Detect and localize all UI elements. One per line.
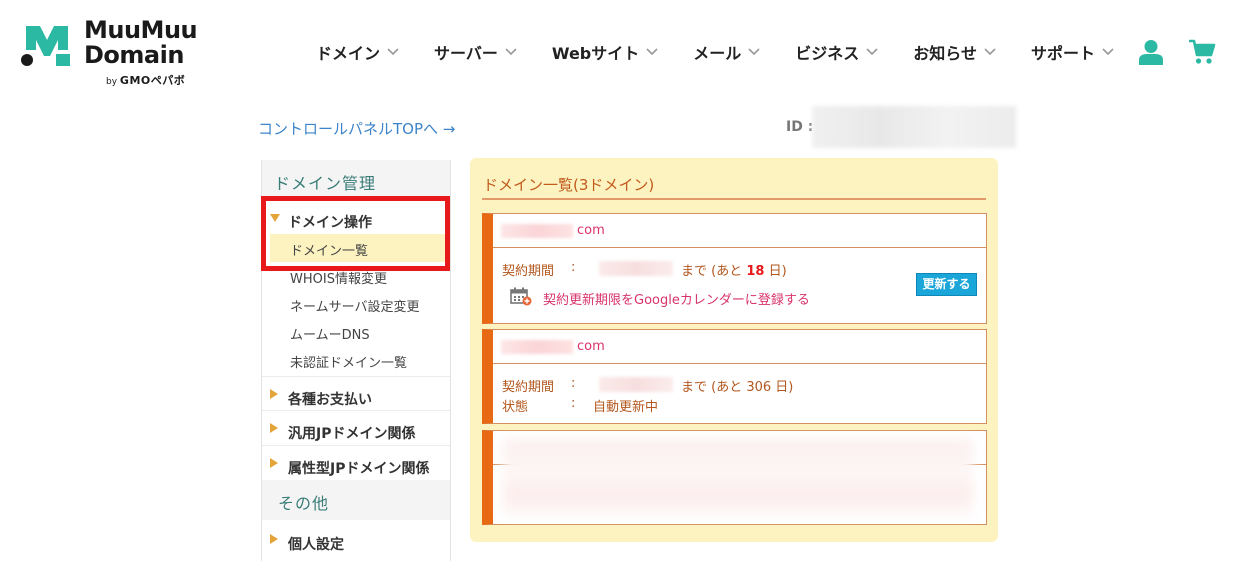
chevron-down-icon — [866, 48, 878, 56]
sidebar-group-general-jp[interactable]: 汎用JPドメイン関係 — [262, 411, 450, 446]
domain-card-header: com — [493, 214, 986, 248]
nav-label: メール — [693, 44, 742, 63]
days-count: 18 — [746, 264, 765, 279]
logo-by: by — [106, 77, 118, 87]
chevron-down-icon — [748, 48, 760, 56]
sidebar-group-label: 各種お支払い — [288, 392, 372, 408]
sidebar-group-personal[interactable]: 個人設定 — [262, 520, 450, 554]
triangle-right-icon — [270, 423, 278, 433]
panel-title: ドメイン一覧(3ドメイン) — [483, 176, 655, 194]
triangle-right-icon — [270, 389, 278, 399]
contract-period-label: 契約期間 — [502, 264, 555, 279]
sidebar-item-muumuu-dns[interactable]: ムームーDNS — [262, 318, 450, 346]
domain-tld: com — [577, 223, 605, 238]
sidebar-section-domain-management: ドメイン管理 — [262, 160, 450, 200]
nav-item-mail[interactable]: メール — [693, 40, 760, 64]
expiry-date-redacted — [599, 377, 673, 392]
colon: : — [571, 260, 576, 275]
nav-label: Webサイト — [551, 44, 640, 63]
contract-period-row: 契約期間 : まで (あと 18 日) — [502, 260, 787, 279]
domain-name-redacted — [501, 224, 573, 238]
logo-company-jp: ペパボ — [150, 74, 186, 87]
sidebar-group-label: 汎用JPドメイン関係 — [288, 426, 416, 442]
google-calendar-link[interactable]: 契約更新期限をGoogleカレンダーに登録する — [543, 289, 810, 308]
calendar-add-icon — [510, 287, 532, 306]
status-row: 状態 : 自動更新中 — [502, 396, 658, 415]
logo-line1: MuuMuu — [84, 16, 198, 44]
nav-item-support[interactable]: サポート — [1031, 40, 1114, 64]
chevron-down-icon — [1102, 48, 1114, 56]
nav-item-server[interactable]: サーバー — [434, 40, 517, 64]
renew-button[interactable]: 更新する — [916, 273, 977, 296]
sidebar-item-nameserver[interactable]: ネームサーバ設定変更 — [262, 290, 450, 318]
muumuu-logo-icon — [21, 26, 70, 66]
user-icon[interactable] — [1137, 38, 1165, 66]
colon: : — [571, 396, 576, 411]
expiry-date-redacted — [599, 261, 673, 276]
until-text: まで (あと — [681, 264, 743, 279]
logo-wordmark: MuuMuu Domain — [84, 16, 198, 69]
chevron-down-icon — [387, 48, 399, 56]
sidebar-item-whois[interactable]: WHOIS情報変更 — [262, 262, 450, 290]
logo-company: GMO — [119, 74, 151, 87]
nav-label: サーバー — [434, 44, 498, 63]
nav-item-business[interactable]: ビジネス — [795, 40, 878, 64]
domain-card-redacted — [503, 439, 973, 515]
sidebar-group-payments[interactable]: 各種お支払い — [262, 376, 450, 411]
colon: : — [571, 376, 576, 391]
days-remaining: まで (あと 306 日) — [681, 380, 794, 395]
cart-icon[interactable] — [1188, 38, 1216, 66]
chevron-down-icon — [646, 48, 658, 56]
sidebar-item-domain-list[interactable]: ドメイン一覧 — [270, 234, 450, 262]
sidebar-group-label: ドメイン操作 — [288, 215, 372, 231]
nav-item-news[interactable]: お知らせ — [913, 40, 996, 64]
account-id-label: ID : — [786, 119, 814, 135]
status-value: 自動更新中 — [593, 400, 659, 415]
status-label: 状態 — [502, 400, 529, 415]
logo-byline: by GMOペパボ — [106, 72, 185, 88]
sidebar-group-label: 個人設定 — [288, 537, 344, 553]
control-panel-top-link[interactable]: コントロールパネルTOPへ → — [258, 118, 455, 139]
domain-tld: com — [577, 339, 605, 354]
domain-card: com 契約期間 : まで (あと 18 日) 更新する 契約更新期限をGoog… — [482, 213, 987, 324]
contract-period-label: 契約期間 — [502, 380, 555, 395]
logo-line2: Domain — [84, 41, 184, 69]
account-id-redacted — [812, 106, 1016, 148]
sidebar: ドメイン管理 ドメイン操作 ドメイン一覧 WHOIS情報変更 ネームサーバ設定変… — [261, 160, 451, 561]
nav-label: ドメイン — [316, 44, 381, 63]
nav-label: ビジネス — [795, 44, 860, 63]
chevron-down-icon — [505, 48, 517, 56]
domain-card: com 契約期間 : まで (あと 306 日) 状態 : 自動更新中 — [482, 329, 987, 424]
site-logo[interactable]: MuuMuu Domain by GMOペパボ — [18, 18, 208, 88]
domain-card-header: com — [493, 330, 986, 364]
domain-card — [482, 430, 987, 525]
sidebar-group-domain-ops[interactable]: ドメイン操作 — [262, 200, 450, 234]
contract-period-row: 契約期間 : まで (あと 306 日) — [502, 376, 793, 395]
days-unit: 日) — [768, 264, 787, 279]
sidebar-group-attribute-jp[interactable]: 属性型JPドメイン関係 — [262, 446, 450, 480]
domain-name-redacted — [501, 340, 573, 354]
days-remaining: まで (あと 18 日) — [681, 260, 787, 279]
main-nav: ドメイン サーバー Webサイト メール ビジネス お知らせ サポート — [316, 40, 1149, 64]
sidebar-section-other: その他 — [262, 480, 450, 520]
triangle-right-icon — [270, 534, 278, 544]
triangle-down-icon — [270, 214, 280, 222]
triangle-right-icon — [270, 458, 278, 468]
nav-label: お知らせ — [913, 44, 977, 63]
sidebar-group-label: 属性型JPドメイン関係 — [288, 461, 430, 477]
domain-list-panel: ドメイン一覧(3ドメイン) com 契約期間 : まで (あと 18 日) 更新… — [470, 158, 998, 542]
nav-label: サポート — [1030, 44, 1095, 63]
sidebar-item-unverified-domains[interactable]: 未認証ドメイン一覧 — [262, 346, 450, 376]
nav-item-website[interactable]: Webサイト — [552, 40, 658, 64]
nav-item-domain[interactable]: ドメイン — [316, 40, 399, 64]
chevron-down-icon — [984, 48, 996, 56]
panel-divider — [482, 198, 986, 200]
